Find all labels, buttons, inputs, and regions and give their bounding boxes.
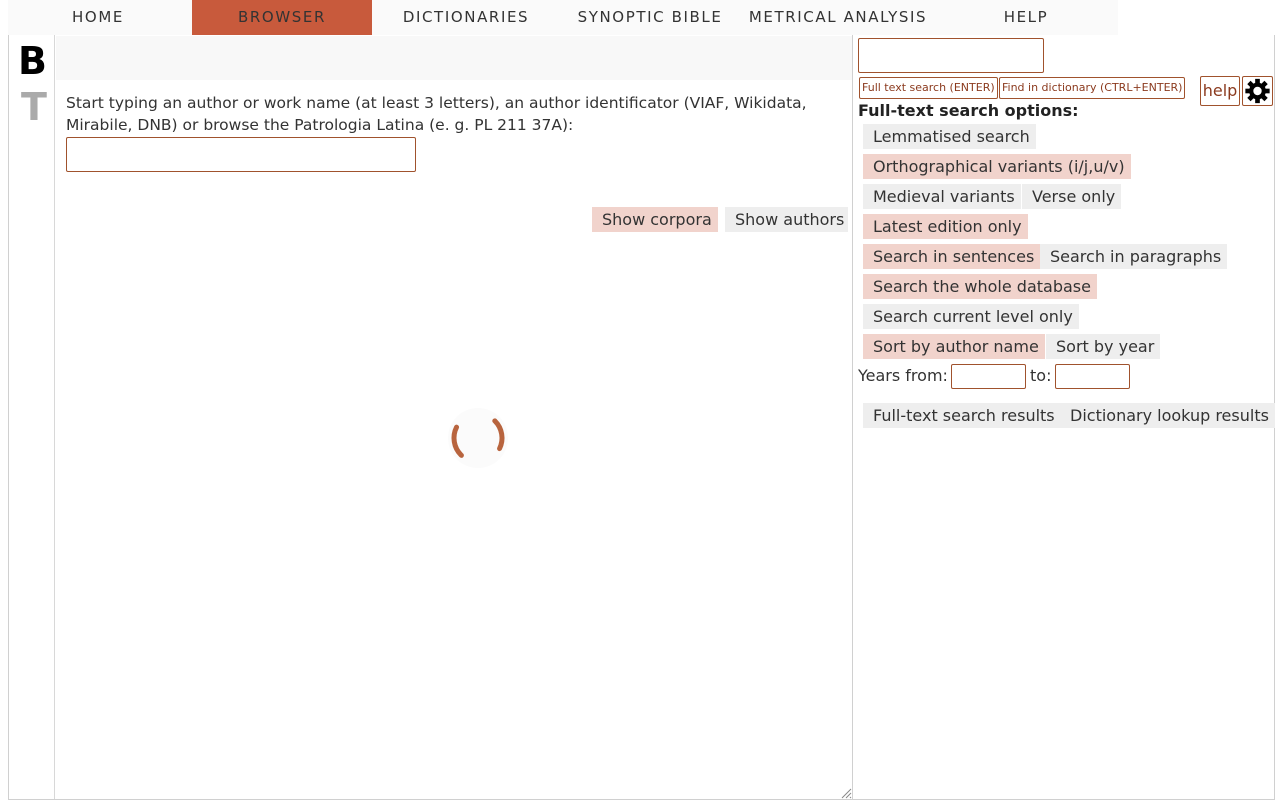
gear-icon (1245, 78, 1270, 104)
verse-only-toggle[interactable]: Verse only (1022, 184, 1122, 209)
browser-panel: B T Start typing an author or work name … (8, 35, 853, 800)
logo-letter-b: B (18, 39, 47, 83)
year-to-input[interactable] (1055, 364, 1130, 389)
nav-metrical-analysis[interactable]: METRICAL ANALYSIS (744, 0, 932, 35)
full-text-search-button[interactable]: Full text search (ENTER) (859, 77, 998, 99)
lemmatised-search-toggle[interactable]: Lemmatised search (863, 124, 1036, 149)
fulltext-results-tab[interactable]: Full-text search results (863, 403, 1061, 428)
years-from-label: Years from: (858, 366, 948, 385)
help-button[interactable]: help (1200, 76, 1240, 106)
loading-spinner-icon (448, 408, 508, 468)
browser-header-bar (56, 36, 852, 80)
search-options-title: Full-text search options: (858, 101, 1079, 120)
nav-browser[interactable]: BROWSER (192, 0, 372, 35)
sort-by-year-toggle[interactable]: Sort by year (1046, 334, 1161, 359)
find-in-dictionary-button[interactable]: Find in dictionary (CTRL+ENTER) (999, 77, 1186, 99)
medieval-variants-toggle[interactable]: Medieval variants (863, 184, 1021, 209)
author-search-input[interactable] (66, 137, 416, 172)
show-authors-button[interactable]: Show authors (725, 207, 849, 232)
show-corpora-button[interactable]: Show corpora (592, 207, 718, 232)
latest-edition-toggle[interactable]: Latest edition only (863, 214, 1028, 239)
year-from-input[interactable] (951, 364, 1026, 389)
search-current-level-toggle[interactable]: Search current level only (863, 304, 1079, 329)
search-in-paragraphs-toggle[interactable]: Search in paragraphs (1040, 244, 1228, 269)
years-to-label: to: (1030, 366, 1052, 385)
fulltext-search-input[interactable] (858, 38, 1044, 73)
resize-handle-icon[interactable] (840, 787, 852, 799)
orthographical-variants-toggle[interactable]: Orthographical variants (i/j,u/v) (863, 154, 1131, 179)
search-in-sentences-toggle[interactable]: Search in sentences (863, 244, 1041, 269)
nav-home[interactable]: HOME (8, 0, 188, 35)
settings-button[interactable] (1242, 76, 1273, 106)
sort-by-author-toggle[interactable]: Sort by author name (863, 334, 1045, 359)
logo-letter-t: T (21, 85, 47, 129)
logo-strip: B T (9, 35, 55, 799)
nav-synoptic-bible[interactable]: SYNOPTIC BIBLE (560, 0, 740, 35)
browser-instructions: Start typing an author or work name (at … (66, 94, 807, 134)
nav-help[interactable]: HELP (936, 0, 1116, 35)
search-whole-database-toggle[interactable]: Search the whole database (863, 274, 1097, 299)
nav-dictionaries[interactable]: DICTIONARIES (376, 0, 556, 35)
top-nav: HOME BROWSER DICTIONARIES SYNOPTIC BIBLE… (8, 0, 1118, 35)
dictionary-results-tab[interactable]: Dictionary lookup results (1060, 403, 1275, 428)
